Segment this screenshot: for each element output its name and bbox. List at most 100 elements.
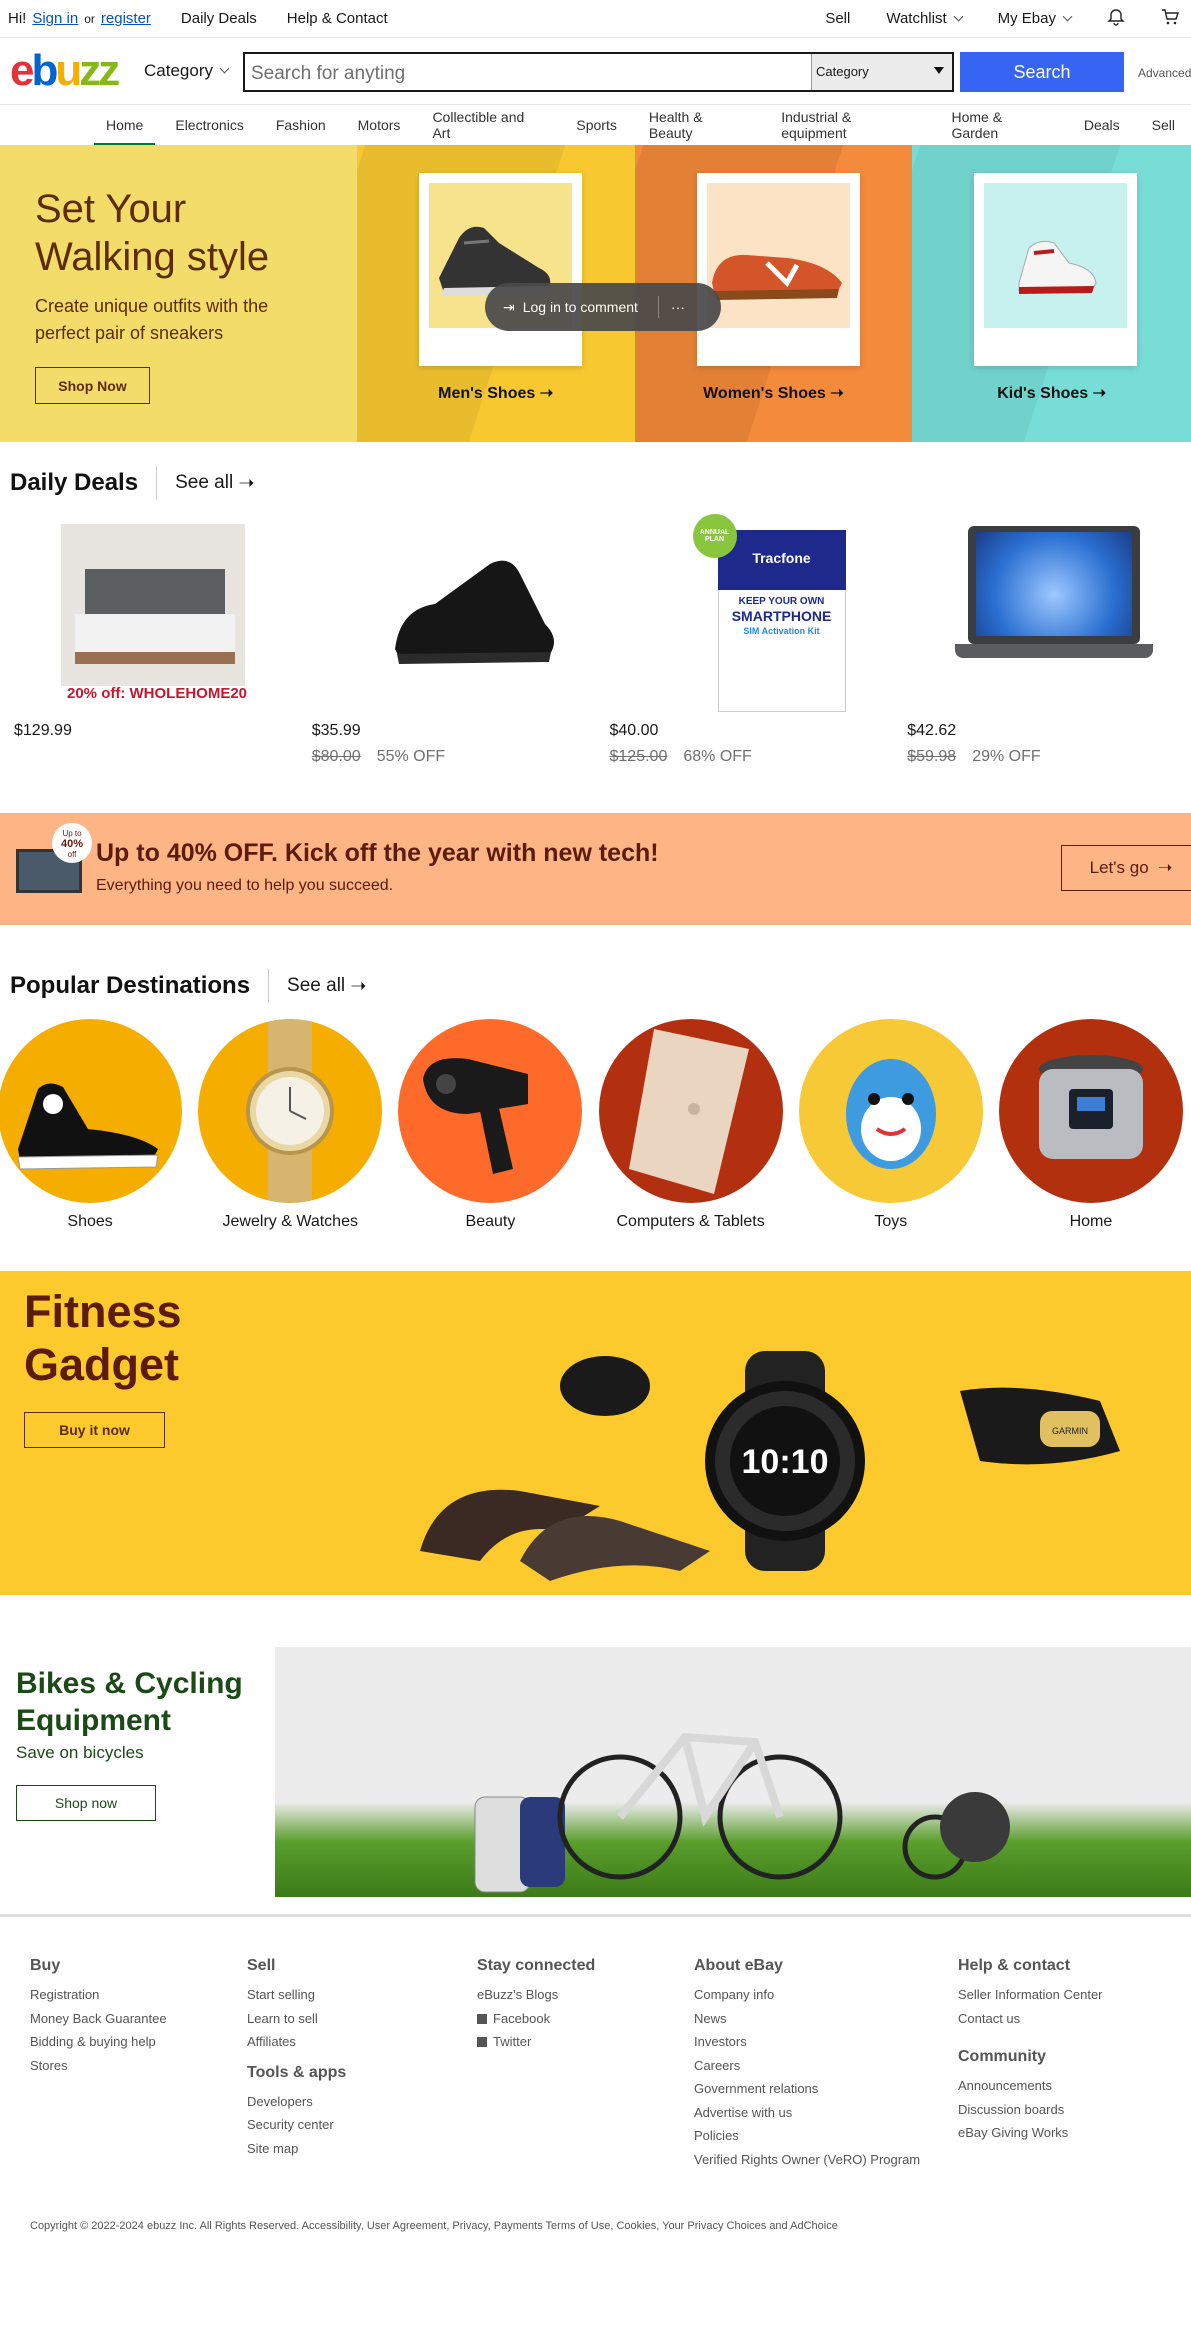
sign-in-link[interactable]: Sign in (32, 10, 78, 27)
sell-link[interactable]: Sell (825, 10, 850, 27)
daily-deals-list: 20% off: WHOLEHOME20 $129.99 $35.99 $80.… (0, 514, 1191, 779)
shop-now-bikes-button[interactable]: Shop now (16, 1785, 156, 1821)
laptop-gold-image (598, 1019, 783, 1203)
footer-link[interactable]: Contact us (958, 2007, 1103, 2031)
greeting-text: Hi! (8, 10, 27, 27)
nav-item-collectible[interactable]: Collectible and Art (416, 105, 560, 145)
footer-link[interactable]: Careers (694, 2054, 920, 2078)
footer-link[interactable]: Investors (694, 2030, 920, 2054)
advanced-search-link[interactable]: Advanced (1138, 66, 1191, 80)
footer-link[interactable]: Affiliates (247, 2030, 346, 2054)
footer-col-stay-connected: Stay connected eBuzz's Blogs Facebook Tw… (477, 1957, 595, 2054)
footer-link[interactable]: Policies (694, 2124, 920, 2148)
hero-subtitle: Create unique outfits with the perfect p… (35, 296, 269, 343)
logo-letter: z (79, 46, 101, 95)
deal-item[interactable]: $35.99 $80.00 55% OFF (298, 514, 596, 779)
bell-icon[interactable] (1107, 8, 1125, 30)
footer-link[interactable]: Site map (247, 2137, 346, 2161)
nav-item-sports[interactable]: Sports (560, 105, 632, 145)
or-text: or (84, 11, 95, 26)
shop-now-button[interactable]: Shop Now (35, 367, 150, 404)
discount-text: 29% OFF (972, 748, 1041, 765)
footer-link[interactable]: Learn to sell (247, 2007, 346, 2031)
nav-item-motors[interactable]: Motors (342, 105, 417, 145)
nav-item-home-garden[interactable]: Home & Garden (935, 105, 1067, 145)
twitter-text: Twitter (493, 2034, 532, 2049)
logo-letter: e (10, 46, 35, 95)
deal-item[interactable]: $42.62 $59.98 29% OFF (893, 514, 1191, 779)
footer-col-sell: Sell Start selling Learn to sell Affilia… (247, 1957, 346, 2160)
bikes-subtitle: Save on bicycles (16, 1743, 144, 1762)
login-to-comment-toast[interactable]: ⇥ Log in to comment ··· (485, 283, 721, 331)
destination-label: Jewelry & Watches (222, 1213, 358, 1230)
footer-link[interactable]: Discussion boards (958, 2098, 1103, 2122)
destination-beauty[interactable]: Beauty (390, 1019, 590, 1231)
footer-link[interactable]: eBuzz's Blogs (477, 1983, 595, 2007)
kids-shoes-panel[interactable]: Kid's Shoes ➝ (912, 145, 1191, 442)
register-link[interactable]: register (101, 10, 151, 27)
footer-link[interactable]: Advertise with us (694, 2101, 920, 2125)
arrow-right-icon: ➝ (539, 385, 554, 402)
deal-item[interactable]: 20% off: WHOLEHOME20 $129.99 (0, 514, 298, 779)
footer-link[interactable]: Money Back Guarantee (30, 2007, 167, 2031)
nav-item-sell[interactable]: Sell (1136, 105, 1191, 145)
search-button[interactable]: Search (960, 52, 1124, 92)
footer-link[interactable]: Announcements (958, 2074, 1103, 2098)
footer-link[interactable]: Seller Information Center (958, 1983, 1103, 2007)
popular-see-all-link[interactable]: See all ➝ (268, 969, 366, 1003)
destination-home[interactable]: Home (991, 1019, 1191, 1231)
footer: Buy Registration Money Back Guarantee Bi… (0, 1914, 1191, 2292)
womens-shoes-card (696, 173, 860, 366)
footer-link[interactable]: Stores (30, 2054, 167, 2078)
category-dropdown[interactable]: Category (144, 61, 228, 81)
bed-image: 20% off: WHOLEHOME20 (7, 514, 297, 714)
garmin-brand: GARMIN (1052, 1426, 1088, 1436)
destination-shoes[interactable]: Shoes (0, 1019, 190, 1231)
help-contact-link[interactable]: Help & Contact (287, 10, 388, 27)
nav-item-electronics[interactable]: Electronics (159, 105, 259, 145)
discount-text: 68% OFF (683, 748, 752, 765)
facebook-link[interactable]: Facebook (477, 2007, 595, 2031)
more-options-icon[interactable]: ··· (671, 299, 685, 315)
destination-toys[interactable]: Toys (791, 1019, 991, 1231)
nav-item-health-beauty[interactable]: Health & Beauty (633, 105, 765, 145)
search-input[interactable]: Search for anyting (245, 54, 811, 90)
nav-item-home[interactable]: Home (90, 105, 159, 145)
footer-link[interactable]: Verified Rights Owner (VeRO) Program (694, 2148, 920, 2172)
deal-price: $42.62 (907, 722, 957, 739)
footer-link[interactable]: eBay Giving Works (958, 2121, 1103, 2145)
destination-jewelry[interactable]: Jewelry & Watches (190, 1019, 390, 1231)
footer-link[interactable]: Bidding & buying help (30, 2030, 167, 2054)
footer-heading: Buy (30, 1957, 61, 1974)
see-all-text: See all (175, 472, 234, 493)
ebuzz-logo[interactable]: ebuzz (10, 49, 130, 93)
footer-link[interactable]: Security center (247, 2113, 346, 2137)
deal-item[interactable]: ANNUAL PLAN Tracfone KEEP YOUR OWN SMART… (596, 514, 894, 779)
nav-item-deals[interactable]: Deals (1068, 105, 1136, 145)
footer-link[interactable]: Government relations (694, 2077, 920, 2101)
daily-deals-link[interactable]: Daily Deals (181, 10, 257, 27)
nav-item-industrial[interactable]: Industrial & equipment (765, 105, 935, 145)
nav-item-fashion[interactable]: Fashion (260, 105, 342, 145)
watchlist-dropdown[interactable]: Watchlist (886, 10, 961, 27)
lets-go-button[interactable]: Let's go ➝ (1061, 845, 1191, 891)
destination-computers[interactable]: Computers & Tablets (591, 1019, 791, 1231)
top-bar-right: Sell Watchlist My Ebay (825, 8, 1183, 30)
cart-icon[interactable] (1161, 8, 1179, 30)
arrow-right-icon: ➝ (1158, 858, 1173, 877)
footer-link[interactable]: Company info (694, 1983, 920, 2007)
buy-it-now-button[interactable]: Buy it now (24, 1412, 165, 1448)
twitter-link[interactable]: Twitter (477, 2030, 595, 2054)
tech-promo-banner[interactable]: Up to 40% off Up to 40% OFF. Kick off the … (0, 813, 1191, 925)
my-ebay-dropdown[interactable]: My Ebay (998, 10, 1071, 27)
deal-price: $129.99 (14, 722, 72, 739)
search-category-select[interactable]: Category (811, 54, 952, 90)
footer-link[interactable]: Developers (247, 2090, 346, 2114)
footer-link[interactable]: Registration (30, 1983, 167, 2007)
footer-link[interactable]: News (694, 2007, 920, 2031)
kids-shoes-text: Kid's Shoes (997, 385, 1089, 402)
daily-deals-see-all-link[interactable]: See all ➝ (156, 466, 254, 500)
footer-link[interactable]: Start selling (247, 1983, 346, 2007)
popular-header: Popular Destinations See all ➝ (0, 969, 1191, 1003)
discount-text: 55% OFF (376, 748, 446, 765)
